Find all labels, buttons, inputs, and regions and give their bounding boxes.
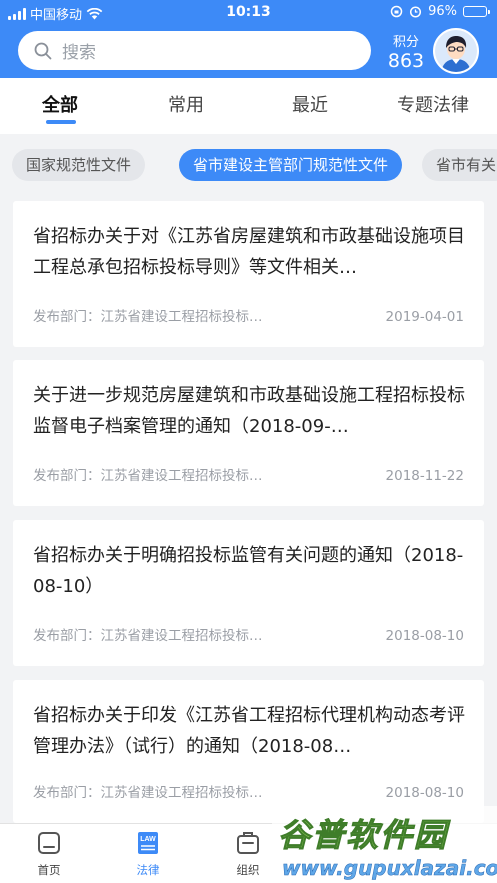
watermark-logo: 谷普软件园 www.gupuxlazai.com: [272, 806, 497, 883]
battery-icon: [463, 6, 490, 17]
points-value: 863: [387, 50, 425, 72]
filter-chips: 国家规范性文件 省市建设主管部门规范性文件 省市有关: [0, 134, 497, 196]
document-date: 2018-11-22: [385, 468, 464, 484]
watermark-name: 谷普软件园: [277, 816, 449, 855]
document-date: 2019-04-01: [385, 309, 464, 325]
tab-frequent[interactable]: 常用: [168, 91, 204, 117]
category-tabs: 全部 常用 最近 专题法律: [0, 78, 497, 134]
document-title: 省招标办关于明确招投标监管有关问题的通知（2018-08-10）: [33, 545, 464, 597]
tabbar-law[interactable]: LAW 法律: [118, 830, 178, 878]
search-icon: [34, 42, 52, 59]
chip-national-normative-docs[interactable]: 国家规范性文件: [12, 149, 146, 181]
list-item[interactable]: 省招标办关于印发《江苏省工程招标代理机构动态考评管理办法》（试行）的通知（201…: [13, 680, 484, 823]
document-department: 发布部门：江苏省建设工程招标投标…: [33, 468, 263, 484]
organization-icon: [237, 832, 259, 854]
tabbar-home[interactable]: 首页: [19, 830, 79, 878]
tabbar-law-label: 法律: [136, 863, 160, 877]
points-label: 积分: [392, 35, 419, 50]
document-date: 2018-08-10: [385, 628, 464, 644]
top-header: 中国移动 10:13 96% 搜索 积分 863: [0, 0, 497, 78]
search-placeholder: 搜索: [62, 43, 96, 63]
law-book-icon: LAW: [138, 832, 158, 854]
points-display[interactable]: 积分 863: [380, 31, 432, 72]
tabbar-organization[interactable]: 组织: [218, 830, 278, 878]
chip-provincial-construction-docs[interactable]: 省市建设主管部门规范性文件: [179, 149, 403, 181]
alarm-icon: [410, 6, 422, 18]
battery-percent: 96%: [428, 4, 457, 19]
tabbar-home-label: 首页: [37, 863, 61, 877]
document-department: 发布部门：江苏省建设工程招标投标…: [33, 785, 263, 801]
list-item[interactable]: 省招标办关于明确招投标监管有关问题的通知（2018-08-10） 发布部门：江苏…: [13, 520, 484, 666]
document-date: 2018-08-10: [385, 785, 464, 801]
status-right: 96%: [390, 4, 490, 19]
status-bar: 中国移动 10:13 96%: [0, 0, 497, 26]
rotation-lock-icon: [390, 5, 403, 18]
list-item[interactable]: 关于进一步规范房屋建筑和市政基础设施工程招标投标监督电子档案管理的通知（2018…: [13, 360, 484, 506]
watermark-url: www.gupuxlazai.com: [282, 856, 497, 881]
document-department: 发布部门：江苏省建设工程招标投标…: [33, 628, 263, 644]
tabbar-organization-label: 组织: [236, 863, 260, 877]
tab-all[interactable]: 全部: [42, 91, 78, 117]
chip-provincial-related[interactable]: 省市有关: [422, 149, 497, 181]
document-title: 省招标办关于对《江苏省房屋建筑和市政基础设施项目工程总承包招标投标导则》等文件相…: [33, 226, 465, 278]
tab-recent[interactable]: 最近: [292, 91, 328, 117]
tab-topic-laws[interactable]: 专题法律: [397, 91, 469, 117]
document-title: 关于进一步规范房屋建筑和市政基础设施工程招标投标监督电子档案管理的通知（2018…: [33, 385, 465, 437]
search-input[interactable]: 搜索: [18, 31, 371, 70]
home-icon: [38, 832, 60, 854]
list-item[interactable]: 省招标办关于对《江苏省房屋建筑和市政基础设施项目工程总承包招标投标导则》等文件相…: [13, 201, 484, 347]
law-icon-text: LAW: [140, 836, 156, 843]
avatar[interactable]: [433, 28, 479, 74]
document-title: 省招标办关于印发《江苏省工程招标代理机构动态考评管理办法》（试行）的通知（201…: [33, 705, 465, 757]
document-department: 发布部门：江苏省建设工程招标投标…: [33, 309, 263, 325]
user-avatar-icon: [435, 30, 477, 72]
active-tab-indicator: [46, 120, 76, 124]
